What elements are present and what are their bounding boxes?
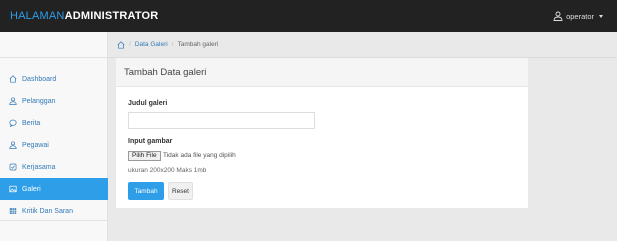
sidebar-divider [0,220,108,221]
chevron-down-icon [599,14,603,18]
user-menu[interactable]: operator [553,11,603,21]
breadcrumb-link-data-galeri[interactable]: Data Galeri [135,41,168,48]
brand-suffix: ADMINISTRATOR [64,10,159,22]
tambah-button[interactable]: Tambah [128,182,164,200]
home-icon[interactable] [117,40,125,49]
choose-file-button[interactable]: Pilih File [128,151,161,161]
breadcrumb: / Data Galeri / Tambah galeri [108,32,617,58]
sidebar-item-label: Kritik Dan Saran [22,207,73,215]
breadcrumb-current: Tambah galeri [177,41,219,48]
sidebar-item-pelanggan[interactable]: Pelanggan [0,90,108,112]
breadcrumb-separator: / [171,41,174,48]
sidebar-item-pegawai[interactable]: Pegawai [0,134,108,156]
judul-galeri-input[interactable] [128,112,315,129]
sidebar-item-label: Dashboard [22,75,57,83]
size-hint: ukuran 200x200 Maks 1mb [128,167,207,174]
home-icon [9,75,17,83]
comment-icon [9,119,17,127]
sidebar-item-galeri[interactable]: Galeri [0,178,108,200]
sidebar-item-kritik-dan-saran[interactable]: Kritik Dan Saran [0,200,108,222]
user-icon [553,11,563,21]
sidebar-item-kerjasama[interactable]: Kerjasama [0,156,108,178]
image-icon [9,185,17,193]
sidebar-item-label: Pegawai [22,141,49,149]
sidebar-item-label: Berita [22,119,41,127]
sidebar-menu: Dashboard Pelanggan Berita Pegawai Kerja… [0,68,108,222]
top-navbar: HALAMANADMINISTRATOR operator [0,0,617,32]
brand-logo[interactable]: HALAMANADMINISTRATOR [10,10,158,22]
breadcrumb-separator: / [129,41,131,48]
brand-prefix: HALAMAN [10,10,65,22]
grid-icon [9,208,17,214]
user-icon [9,141,17,149]
input-gambar-label: Input gambar [128,138,173,145]
sidebar-item-label: Kerjasama [22,163,56,171]
panel-title: Tambah Data galeri [116,58,528,87]
form-panel: Tambah Data galeri Judul galeri Input ga… [116,58,528,208]
user-name: operator [566,11,594,21]
sidebar-item-label: Pelanggan [22,97,56,105]
sidebar-header [0,32,107,58]
file-status-text: Tidak ada file yang dipilih [163,152,236,159]
judul-galeri-label: Judul galeri [128,100,168,107]
handshake-icon [9,163,17,171]
sidebar-item-label: Galeri [22,185,41,193]
sidebar-item-berita[interactable]: Berita [0,112,108,134]
reset-button[interactable]: Reset [168,182,193,200]
sidebar-item-dashboard[interactable]: Dashboard [0,68,108,90]
user-icon [9,97,17,105]
sidebar: Dashboard Pelanggan Berita Pegawai Kerja… [0,32,108,241]
